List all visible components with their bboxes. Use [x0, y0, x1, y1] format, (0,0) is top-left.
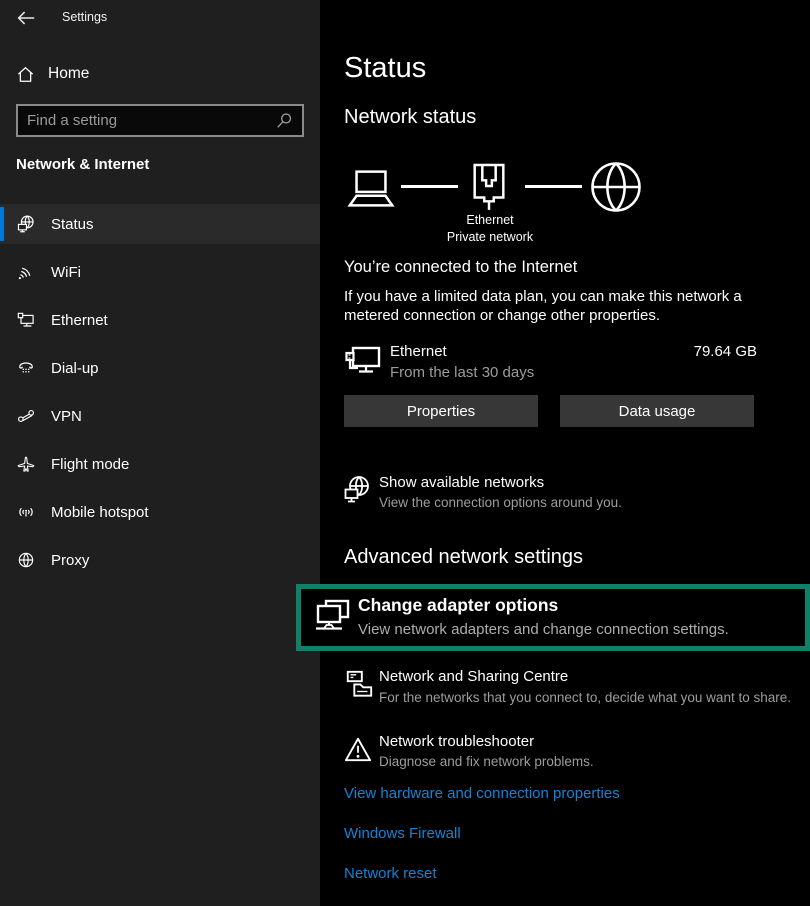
globe-screen-icon: [16, 214, 36, 234]
ethernet-plug-icon: [468, 162, 510, 212]
data-usage-button[interactable]: Data usage: [560, 395, 754, 427]
connection-headline: You’re connected to the Internet: [344, 258, 577, 277]
ethernet-monitor-icon: [344, 344, 382, 382]
button-row: Properties Data usage: [344, 395, 754, 427]
search-box: [16, 104, 304, 137]
advanced-item-network-troubleshooter[interactable]: Network troubleshooter Diagnose and fix …: [344, 731, 784, 775]
sidebar-item-label: VPN: [51, 408, 82, 425]
dual-monitor-network-icon: [315, 598, 351, 638]
sidebar: Settings Home Network & Internet: [0, 0, 320, 906]
warning-triangle-icon: [344, 736, 372, 763]
sharing-centre-subtitle: For the networks that you connect to, de…: [379, 690, 791, 705]
home-label: Home: [48, 65, 89, 83]
connection-line: [525, 185, 582, 188]
titlebar: Settings: [0, 0, 320, 36]
search-icon[interactable]: [274, 111, 294, 131]
sidebar-item-label: Dial-up: [51, 360, 99, 377]
sidebar-item-label: WiFi: [51, 264, 81, 281]
sidebar-item-label: Mobile hotspot: [51, 504, 149, 521]
globe-screen-icon: [344, 475, 370, 507]
advanced-item-change-adapter-options[interactable]: Change adapter options View network adap…: [296, 584, 810, 651]
vpn-icon: [16, 406, 36, 426]
show-networks-subtitle: View the connection options around you.: [379, 495, 622, 510]
link-windows-firewall[interactable]: Windows Firewall: [344, 825, 461, 842]
dialup-phone-icon: [16, 358, 36, 378]
network-status-heading: Network status: [344, 106, 476, 129]
page-title: Status: [344, 52, 426, 85]
sidebar-item-label: Proxy: [51, 552, 89, 569]
sidebar-item-status[interactable]: Status: [0, 204, 320, 244]
change-adapter-subtitle: View network adapters and change connect…: [358, 621, 729, 638]
advanced-settings-heading: Advanced network settings: [344, 546, 583, 569]
troubleshooter-subtitle: Diagnose and fix network problems.: [379, 754, 594, 769]
sidebar-section-header: Network & Internet: [16, 156, 149, 173]
home-icon: [16, 65, 35, 84]
sidebar-item-vpn[interactable]: VPN: [0, 396, 320, 436]
sidebar-item-mobile-hotspot[interactable]: Mobile hotspot: [0, 492, 320, 532]
show-networks-title: Show available networks: [379, 474, 544, 491]
link-network-reset[interactable]: Network reset: [344, 865, 437, 882]
sidebar-item-proxy[interactable]: Proxy: [0, 540, 320, 580]
usage-row: Ethernet From the last 30 days 79.64 GB: [344, 342, 757, 384]
connection-line: [401, 185, 458, 188]
sidebar-item-label: Status: [51, 216, 94, 233]
computer-folder-share-icon: [344, 668, 374, 700]
usage-amount: 79.64 GB: [694, 343, 757, 360]
globe-icon: [589, 160, 643, 214]
back-arrow-icon: [15, 9, 37, 27]
settings-window: Settings Home Network & Internet: [0, 0, 810, 906]
ethernet-icon: [16, 310, 36, 330]
hotspot-icon: [16, 502, 36, 522]
diagram-connection-name: Ethernet: [466, 213, 513, 227]
airplane-icon: [16, 454, 36, 474]
connection-description: If you have a limited data plan, you can…: [344, 287, 788, 325]
sidebar-item-label: Flight mode: [51, 456, 129, 473]
sharing-centre-title: Network and Sharing Centre: [379, 668, 568, 685]
usage-adapter-name: Ethernet: [390, 343, 447, 360]
sidebar-item-ethernet[interactable]: Ethernet: [0, 300, 320, 340]
advanced-item-network-sharing-centre[interactable]: Network and Sharing Centre For the netwo…: [344, 666, 804, 712]
sidebar-item-home[interactable]: Home: [16, 60, 304, 88]
sidebar-item-flight-mode[interactable]: Flight mode: [0, 444, 320, 484]
globe-icon: [16, 550, 36, 570]
usage-period: From the last 30 days: [390, 364, 534, 381]
sidebar-item-wifi[interactable]: WiFi: [0, 252, 320, 292]
properties-button[interactable]: Properties: [344, 395, 538, 427]
troubleshooter-title: Network troubleshooter: [379, 733, 534, 750]
back-button[interactable]: [10, 6, 42, 30]
change-adapter-title: Change adapter options: [358, 595, 558, 616]
laptop-icon: [344, 168, 398, 210]
show-available-networks-row[interactable]: Show available networks View the connect…: [344, 471, 784, 515]
sidebar-item-dialup[interactable]: Dial-up: [0, 348, 320, 388]
sidebar-item-label: Ethernet: [51, 312, 108, 329]
wifi-icon: [16, 262, 36, 282]
link-view-hardware-properties[interactable]: View hardware and connection properties: [344, 785, 620, 802]
diagram-network-type: Private network: [447, 230, 533, 244]
search-input[interactable]: [18, 106, 302, 135]
app-title: Settings: [62, 10, 107, 24]
network-diagram: Ethernet Private network: [344, 160, 674, 250]
main-content: Status Network status: [320, 0, 810, 906]
